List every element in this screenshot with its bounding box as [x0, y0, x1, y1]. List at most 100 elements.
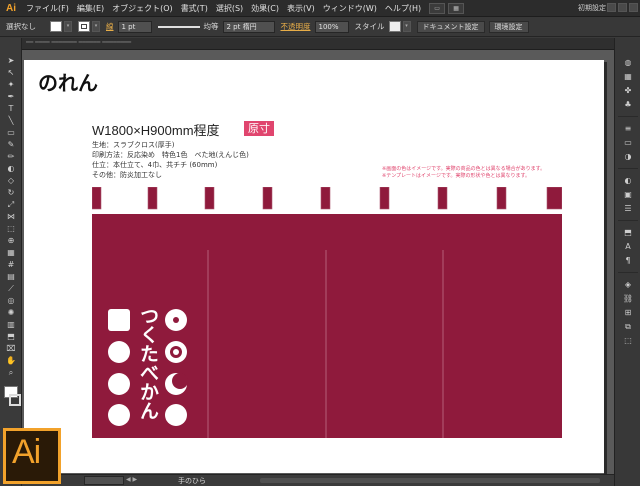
direct-selection-tool-icon[interactable]: ↖	[5, 68, 17, 78]
hand-tool-icon[interactable]: ✋	[5, 356, 17, 366]
paintbrush-tool-icon[interactable]: ✎	[5, 140, 17, 150]
artboard-tool-icon[interactable]: ⬒	[5, 332, 17, 342]
arrange-documents-icon[interactable]: ▦	[448, 2, 465, 14]
mesh-tool-icon[interactable]: #	[5, 260, 17, 270]
menu-object[interactable]: オブジェクト(O)	[108, 0, 177, 17]
style-swatch[interactable]	[388, 21, 401, 32]
current-tool-status[interactable]: 手のひら	[178, 476, 206, 486]
slice-tool-icon[interactable]: ⌧	[5, 344, 17, 354]
transform-panel-icon[interactable]: ⬚	[622, 336, 634, 346]
emblem-leaf-icon	[108, 404, 130, 426]
links-panel-icon[interactable]: ⛓	[622, 294, 634, 304]
noren-artwork[interactable]: つくたべかん	[92, 187, 562, 438]
line-tool-icon[interactable]: ╲	[5, 116, 17, 126]
eyedropper-tool-icon[interactable]: ⟋	[5, 284, 17, 294]
zoom-field[interactable]	[84, 476, 124, 485]
brushes-panel-icon[interactable]: ✤	[622, 86, 634, 96]
document-tab[interactable]: ━━ ━━━━ ━━━━━━━ ━━━━━━ ━━━━━━━━	[22, 38, 614, 50]
width-tool-icon[interactable]: ⋈	[5, 212, 17, 222]
note-template: ※テンプレートはイメージです。実際の形状や色とは異なります。	[382, 173, 530, 179]
transparency-panel-icon[interactable]: ◑	[622, 152, 634, 162]
appearance-panel-icon[interactable]: ◐	[622, 176, 634, 186]
stroke-label[interactable]: 線	[106, 21, 114, 32]
fill-dropdown-icon[interactable]: ▾	[64, 21, 72, 32]
actual-size-badge: 原寸	[244, 121, 274, 136]
loop-tab	[437, 187, 448, 210]
loop-tab	[147, 187, 158, 210]
eraser-tool-icon[interactable]: ◇	[5, 176, 17, 186]
symbol-sprayer-tool-icon[interactable]: ✺	[5, 308, 17, 318]
menu-view[interactable]: 表示(V)	[283, 0, 319, 17]
menu-window[interactable]: ウィンドウ(W)	[319, 0, 381, 17]
character-panel-icon[interactable]: A	[622, 242, 634, 252]
graph-tool-icon[interactable]: ▥	[5, 320, 17, 330]
rotate-tool-icon[interactable]: ↻	[5, 188, 17, 198]
magic-wand-tool-icon[interactable]: ✦	[5, 80, 17, 90]
menu-icon-group: ▭ ▦	[429, 2, 465, 14]
horizontal-scrollbar[interactable]	[260, 478, 600, 483]
document-settings-button[interactable]: ドキュメント設定	[416, 20, 485, 33]
free-transform-tool-icon[interactable]: ⬚	[5, 224, 17, 234]
stroke-panel-icon[interactable]: ≡	[622, 124, 634, 134]
artwork-title: のれん	[38, 71, 98, 95]
brand-text: つくたべかん	[137, 306, 159, 420]
loop-tab	[204, 187, 215, 210]
swatches-panel-icon[interactable]: ▦	[622, 72, 634, 82]
align-panel-icon[interactable]: ⊞	[622, 308, 634, 318]
spec-title: W1800×H900mm程度	[92, 123, 220, 138]
ring-dot	[173, 349, 179, 355]
stroke-swatch[interactable]	[78, 21, 90, 32]
graphic-styles-panel-icon[interactable]: ▣	[622, 190, 634, 200]
preferences-button[interactable]: 環境設定	[488, 20, 529, 33]
stroke-dropdown-icon[interactable]: ▾	[92, 21, 100, 32]
layers-stack-icon[interactable]: ◈	[622, 280, 634, 290]
shape-builder-tool-icon[interactable]: ⊕	[5, 236, 17, 246]
opacity-field[interactable]: 100%	[314, 20, 349, 33]
gradient-tool-icon[interactable]: ▤	[5, 272, 17, 282]
selection-tool-icon[interactable]: ➤	[5, 56, 17, 66]
dock-separator	[618, 116, 638, 117]
symbols-panel-icon[interactable]: ♣	[622, 100, 634, 110]
tools-panel: ➤ ↖ ✦ ✒ T ╲ ▭ ✎ ✏ ◐ ◇ ↻ ⤢ ⋈ ⬚ ⊕ ▦ # ▤ ⟋ …	[0, 38, 22, 486]
pen-tool-icon[interactable]: ✒	[5, 92, 17, 102]
loop-tab	[320, 187, 331, 210]
menu-edit[interactable]: 編集(E)	[73, 0, 108, 17]
color-panel-icon[interactable]: ◍	[622, 58, 634, 68]
type-tool-icon[interactable]: T	[5, 104, 17, 114]
artboard-navigation[interactable]: ◀ ▶	[126, 476, 137, 483]
menu-help[interactable]: ヘルプ(H)	[381, 0, 425, 17]
menu-type[interactable]: 書式(T)	[177, 0, 212, 17]
brush-field[interactable]: 2 pt 楕円	[222, 20, 275, 33]
menu-select[interactable]: 選択(S)	[212, 0, 247, 17]
bridge-icon[interactable]: ▭	[429, 2, 446, 14]
maximize-icon[interactable]	[618, 3, 627, 12]
opacity-label[interactable]: 不透明度	[281, 21, 311, 32]
workspace-switcher[interactable]: 初期設定	[578, 0, 606, 17]
note-color: ※画面の色はイメージです。実際の商品の色とは異なる場合があります。	[382, 166, 546, 172]
scale-tool-icon[interactable]: ⤢	[5, 200, 17, 210]
artboards-panel-icon[interactable]: ⬒	[622, 228, 634, 238]
menu-effect[interactable]: 効果(C)	[247, 0, 283, 17]
fill-swatch[interactable]	[50, 21, 62, 32]
stroke-color-icon[interactable]	[9, 394, 21, 406]
pencil-tool-icon[interactable]: ✏	[5, 152, 17, 162]
minimize-icon[interactable]	[607, 3, 616, 12]
stroke-profile-label[interactable]: 均等	[204, 21, 219, 32]
menu-file[interactable]: ファイル(F)	[22, 0, 73, 17]
style-dropdown-icon[interactable]: ▾	[402, 21, 411, 32]
loop-tab	[92, 187, 102, 210]
gradient-panel-icon[interactable]: ▭	[622, 138, 634, 148]
zoom-tool-icon[interactable]: ⌕	[5, 368, 17, 378]
paragraph-panel-icon[interactable]: ¶	[622, 256, 634, 266]
close-icon[interactable]	[629, 3, 638, 12]
pathfinder-panel-icon[interactable]: ⧉	[622, 322, 634, 332]
blob-brush-tool-icon[interactable]: ◐	[5, 164, 17, 174]
stroke-weight-field[interactable]: 1 pt	[117, 20, 152, 33]
blend-tool-icon[interactable]: ◎	[5, 296, 17, 306]
perspective-grid-tool-icon[interactable]: ▦	[5, 248, 17, 258]
dock-separator	[618, 220, 638, 221]
loop-tab	[262, 187, 273, 210]
layers-panel-icon[interactable]: ☰	[622, 204, 634, 214]
stroke-profile-line[interactable]	[157, 25, 200, 28]
rectangle-tool-icon[interactable]: ▭	[5, 128, 17, 138]
